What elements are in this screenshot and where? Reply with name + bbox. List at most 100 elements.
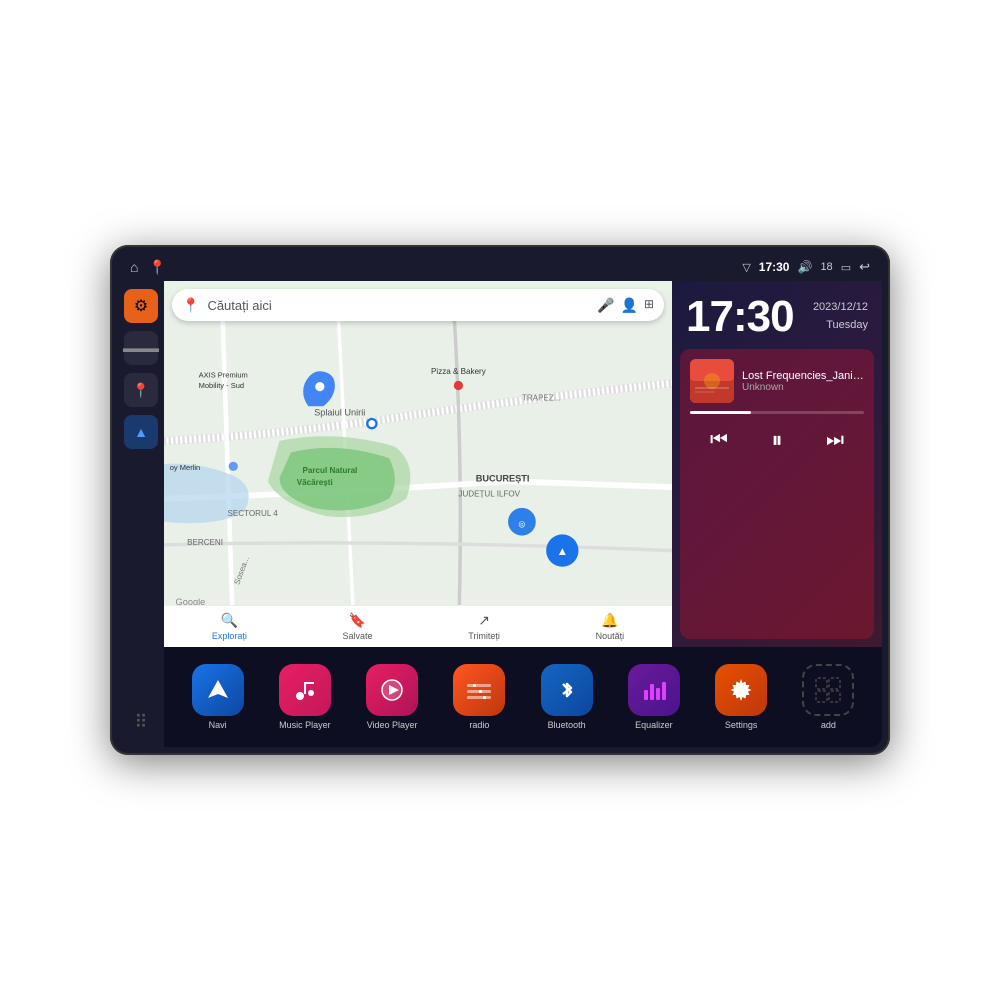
svg-text:AXIS Premium: AXIS Premium (199, 370, 248, 379)
clock-section: 17:30 2023/12/12 Tuesday (672, 281, 882, 349)
svg-text:BUCUREȘTI: BUCUREȘTI (476, 473, 530, 483)
music-controls: ⏮ ⏸ ⏭ (690, 422, 864, 458)
map-svg: Splaiul Unirii Parcul Natural Văcărești … (164, 281, 672, 647)
battery-number: 18 (820, 261, 832, 273)
map-search-bar[interactable]: 📍 Căutați aici 🎤 👤 ⊞ (172, 289, 664, 321)
mic-icon[interactable]: 🎤 (597, 297, 614, 314)
settings-icon (715, 664, 767, 716)
map-nav-explore[interactable]: 🔍 Explorați (212, 612, 247, 641)
status-right-icons: ▽ 17:30 🔊 18 ▭ ↩ (742, 259, 870, 275)
back-icon[interactable]: ↩ (859, 259, 870, 275)
app-equalizer[interactable]: Equalizer (620, 664, 688, 730)
svg-text:SECTORUL 4: SECTORUL 4 (228, 509, 279, 518)
share-label: Trimiteți (468, 631, 500, 641)
svg-text:Parcul Natural: Parcul Natural (303, 466, 358, 475)
music-info: Lost Frequencies_Janie... Unknown (690, 359, 864, 403)
clock-date: 2023/12/12 Tuesday (813, 299, 868, 334)
map-search-actions: 🎤 👤 ⊞ (597, 297, 654, 314)
sidebar-grid-btn[interactable]: ⠿ (124, 705, 158, 739)
saved-label: Salvate (343, 631, 373, 641)
clock-display: 17:30 (686, 295, 794, 339)
music-player: Lost Frequencies_Janie... Unknown ⏮ ⏸ (680, 349, 874, 639)
wifi-icon: ▽ (742, 261, 750, 274)
layers-icon[interactable]: ⊞ (644, 297, 654, 314)
news-icon: 🔔 (601, 612, 618, 629)
svg-text:◎: ◎ (518, 519, 525, 528)
volume-icon: 🔊 (797, 260, 812, 274)
radio-icon (453, 664, 505, 716)
right-panel: 17:30 2023/12/12 Tuesday (672, 281, 882, 647)
svg-text:JUDEȚUL ILFOV: JUDEȚUL ILFOV (458, 489, 520, 498)
album-art (690, 359, 734, 403)
svg-text:Văcărești: Văcărești (297, 478, 333, 487)
settings-label: Settings (725, 720, 758, 730)
explore-icon: 🔍 (221, 612, 238, 629)
status-time: 17:30 (759, 260, 790, 274)
music-icon (279, 664, 331, 716)
sidebar-map-btn[interactable]: 📍 (124, 373, 158, 407)
prev-button[interactable]: ⏮ (701, 422, 737, 458)
app-settings[interactable]: Settings (707, 664, 775, 730)
status-left-icons: ⌂ 📍 (130, 259, 166, 276)
battery-icon: ▭ (841, 261, 851, 274)
app-add[interactable]: add (794, 664, 862, 730)
app-radio[interactable]: radio (445, 664, 513, 730)
svg-text:oy Merlin: oy Merlin (170, 463, 200, 472)
account-icon[interactable]: 👤 (621, 297, 638, 314)
map-panel[interactable]: Splaiul Unirii Parcul Natural Văcărești … (164, 281, 672, 647)
map-nav-news[interactable]: 🔔 Noutăți (596, 612, 625, 641)
svg-text:Pizza & Bakery: Pizza & Bakery (431, 367, 487, 376)
svg-text:BERCENI: BERCENI (187, 538, 223, 547)
navi-icon (192, 664, 244, 716)
add-icon (802, 664, 854, 716)
radio-label: radio (469, 720, 489, 730)
day-value: Tuesday (813, 317, 868, 335)
svg-text:TRAPEZ...: TRAPEZ... (522, 394, 561, 403)
center-area: Splaiul Unirii Parcul Natural Văcărești … (164, 281, 882, 747)
svg-text:Splaiul Unirii: Splaiul Unirii (314, 408, 365, 418)
app-music[interactable]: Music Player (271, 664, 339, 730)
sidebar-menu-btn[interactable]: ▬▬▬ (124, 331, 158, 365)
device-screen: ⌂ 📍 ▽ 17:30 🔊 18 ▭ ↩ ⚙ ▬▬▬ 📍 ▲ ⠿ (118, 253, 882, 747)
music-progress-bar-bg[interactable] (690, 411, 864, 414)
saved-icon: 🔖 (349, 612, 366, 629)
main-content: ⚙ ▬▬▬ 📍 ▲ ⠿ (118, 281, 882, 747)
date-value: 2023/12/12 (813, 299, 868, 317)
navi-label: Navi (209, 720, 227, 730)
video-icon (366, 664, 418, 716)
sidebar-nav-btn[interactable]: ▲ (124, 415, 158, 449)
equalizer-label: Equalizer (635, 720, 673, 730)
sidebar-settings-btn[interactable]: ⚙ (124, 289, 158, 323)
app-bluetooth[interactable]: Bluetooth (533, 664, 601, 730)
device-frame: ⌂ 📍 ▽ 17:30 🔊 18 ▭ ↩ ⚙ ▬▬▬ 📍 ▲ ⠿ (110, 245, 890, 755)
left-sidebar: ⚙ ▬▬▬ 📍 ▲ ⠿ (118, 281, 164, 747)
news-label: Noutăți (596, 631, 625, 641)
equalizer-icon (628, 664, 680, 716)
explore-label: Explorați (212, 631, 247, 641)
top-panels: Splaiul Unirii Parcul Natural Văcărești … (164, 281, 882, 647)
pause-button[interactable]: ⏸ (759, 422, 795, 458)
home-icon[interactable]: ⌂ (130, 259, 138, 275)
map-nav-share[interactable]: ↗ Trimiteți (468, 612, 500, 641)
music-player-label: Music Player (279, 720, 331, 730)
svg-text:Mobility - Sud: Mobility - Sud (199, 381, 244, 390)
map-container: Splaiul Unirii Parcul Natural Văcărești … (164, 281, 672, 647)
music-text: Lost Frequencies_Janie... Unknown (742, 370, 864, 393)
music-artist: Unknown (742, 382, 864, 393)
app-grid: Navi Music Player (164, 647, 882, 747)
svg-text:▲: ▲ (557, 546, 568, 558)
google-maps-icon: 📍 (182, 297, 199, 314)
bluetooth-label: Bluetooth (548, 720, 586, 730)
add-label: add (821, 720, 836, 730)
app-video[interactable]: Video Player (358, 664, 426, 730)
map-nav-saved[interactable]: 🔖 Salvate (343, 612, 373, 641)
map-bottom-nav: 🔍 Explorați 🔖 Salvate ↗ Trimiteți (164, 605, 672, 647)
status-bar: ⌂ 📍 ▽ 17:30 🔊 18 ▭ ↩ (118, 253, 882, 281)
bluetooth-icon (541, 664, 593, 716)
maps-icon[interactable]: 📍 (148, 259, 165, 276)
music-progress-fill (690, 411, 751, 414)
music-title: Lost Frequencies_Janie... (742, 370, 864, 382)
search-placeholder[interactable]: Căutați aici (207, 298, 589, 313)
next-button[interactable]: ⏭ (817, 422, 853, 458)
app-navi[interactable]: Navi (184, 664, 252, 730)
